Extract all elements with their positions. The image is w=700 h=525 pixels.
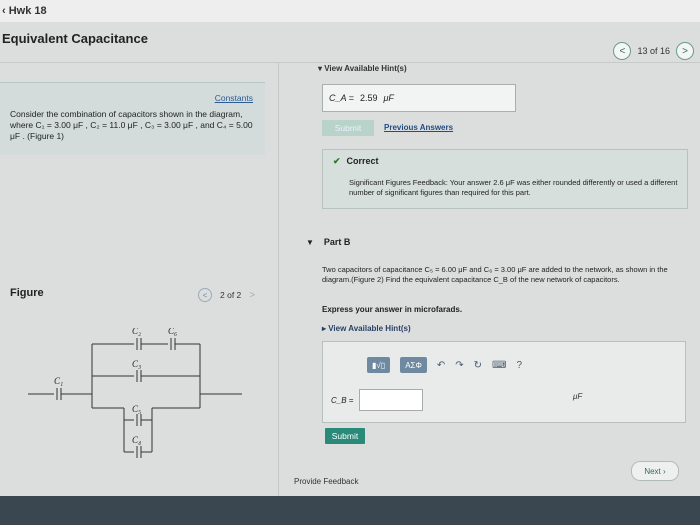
divider (0, 62, 700, 63)
problem-text: Consider the combination of capacitors s… (10, 109, 253, 141)
part-b-header[interactable]: ▼ Part B (306, 237, 350, 247)
template-button[interactable]: ▮√▯ (367, 357, 391, 373)
correct-status: ✔ Correct (333, 156, 379, 166)
page-title: Equivalent Capacitance (2, 31, 148, 46)
math-toolbar: ▮√▯ ΑΣΦ ↶ ↷ ↻ ⌨ ? (367, 357, 522, 373)
label-c3: C₃ (132, 359, 141, 369)
desk-background (0, 496, 700, 525)
figure-counter: 2 of 2 (220, 290, 242, 300)
label-c2: C₂ (132, 328, 141, 336)
constants-link[interactable]: Constants (215, 93, 253, 103)
label-c1: C₁ (54, 376, 63, 386)
part-a-label: C_A = (329, 93, 354, 103)
part-b-question: Two capacitors of capacitance C₅ = 6.00 … (322, 265, 668, 284)
part-b-unit: μF (573, 392, 583, 401)
part-a-answer: C_A = 2.59 μF (322, 84, 516, 112)
view-hints-link-top[interactable]: ▾ View Available Hint(s) (318, 64, 407, 73)
undo-icon[interactable]: ↶ (437, 360, 445, 371)
view-hints-link[interactable]: ▸ View Available Hint(s) (322, 324, 411, 333)
figure-navigation: < 2 of 2 > (198, 288, 255, 302)
figure-label: Figure (10, 287, 44, 299)
part-b-instruction: Express your answer in microfarads. (322, 305, 463, 314)
part-b-input-label: C_B = (331, 396, 354, 405)
capacitor-diagram: C₁ C₂ C₆ C₃ C₅ C₄ (28, 328, 242, 458)
label-c4: C₄ (132, 435, 141, 445)
figure-next-button[interactable]: > (249, 290, 255, 301)
figure-prev-button[interactable]: < (198, 288, 212, 302)
item-counter: 13 of 16 (637, 46, 670, 56)
column-divider (278, 62, 279, 525)
help-icon[interactable]: ? (516, 360, 522, 371)
label-c6: C₆ (168, 328, 177, 336)
back-link[interactable]: ‹ Hwk 18 (2, 5, 47, 17)
part-b-answer-area: ▮√▯ ΑΣΦ ↶ ↷ ↻ ⌨ ? C_B = μF (322, 341, 686, 423)
next-button[interactable]: Next › (631, 461, 679, 481)
part-a-unit: μF (383, 93, 394, 103)
check-icon: ✔ (333, 156, 341, 166)
reset-icon[interactable]: ↻ (474, 360, 482, 371)
feedback-box: ✔ Correct Significant Figures Feedback: Y… (322, 149, 688, 209)
label-c5: C₅ (132, 404, 141, 414)
caret-down-icon: ▼ (306, 238, 314, 247)
keyboard-icon[interactable]: ⌨ (492, 360, 506, 371)
part-b-submit-button[interactable]: Submit (325, 428, 365, 444)
chevron-left-icon: ‹ (2, 5, 9, 17)
greek-symbols-button[interactable]: ΑΣΦ (400, 357, 427, 373)
prev-item-button[interactable]: < (613, 42, 632, 60)
item-navigation: < 13 of 16 > (613, 42, 694, 60)
next-item-button[interactable]: > (676, 42, 694, 60)
problem-panel: Constants Consider the combination of ca… (0, 82, 265, 155)
part-b-answer-input[interactable] (359, 389, 423, 411)
part-a-submit-button: Submit (322, 120, 374, 136)
redo-icon[interactable]: ↷ (455, 360, 463, 371)
sigfig-feedback: Significant Figures Feedback: Your answe… (349, 178, 678, 197)
provide-feedback-link[interactable]: Provide Feedback (294, 477, 358, 486)
previous-answers-link[interactable]: Previous Answers (384, 123, 453, 132)
part-a-value: 2.59 (359, 93, 378, 103)
top-bar: ‹ Hwk 18 (0, 0, 700, 22)
